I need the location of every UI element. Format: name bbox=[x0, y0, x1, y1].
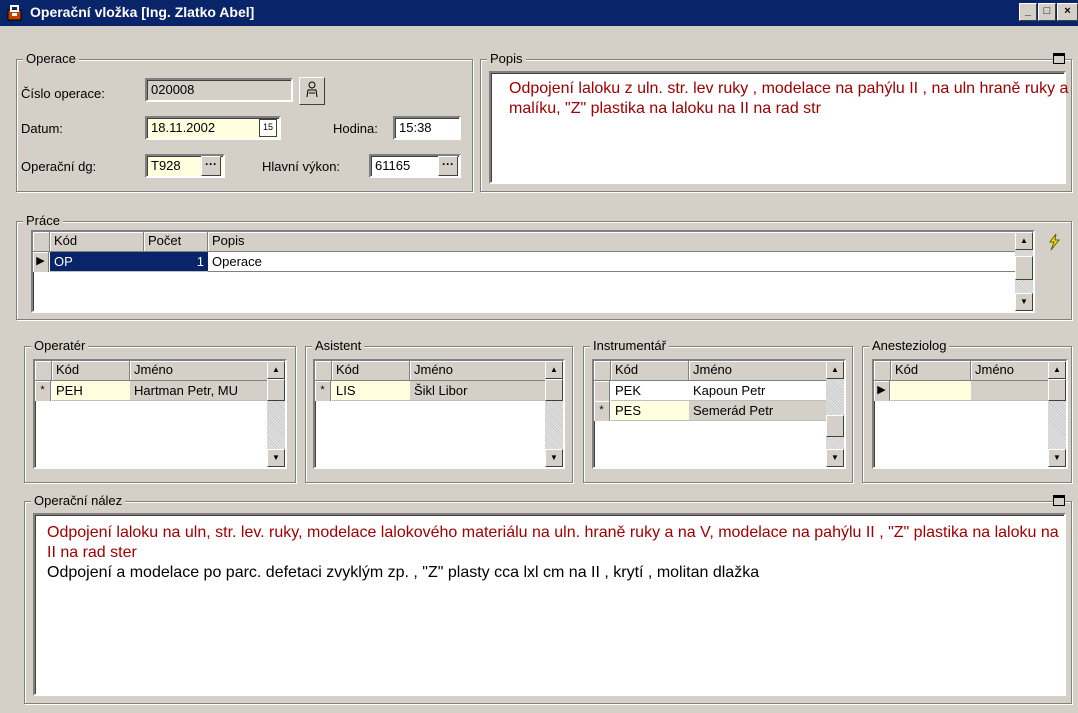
prace-grid[interactable]: Kód Počet Popis ▶ OP 1 Operace ▲ ▼ bbox=[31, 230, 1035, 313]
cislo-operace-label: Číslo operace: bbox=[21, 86, 105, 101]
anesteziolog-grid[interactable]: Kód Jméno ▶ ▲ ▼ bbox=[872, 359, 1068, 469]
anesteziolog-legend: Anesteziolog bbox=[869, 338, 950, 354]
nalez-line-red: Odpojení laloku na uln, str. lev. ruky, … bbox=[47, 524, 1059, 561]
scroll-up-icon[interactable]: ▲ bbox=[1015, 232, 1033, 250]
lightning-icon[interactable] bbox=[1044, 232, 1064, 252]
col-pocet[interactable]: Počet bbox=[144, 232, 208, 252]
scroll-down-icon[interactable]: ▼ bbox=[1015, 293, 1033, 311]
operater-scrollbar[interactable]: ▲ ▼ bbox=[267, 361, 285, 467]
row-indicator-icon: ▶ bbox=[874, 381, 890, 401]
scroll-thumb[interactable] bbox=[267, 379, 285, 401]
table-row-kod[interactable]: LIS bbox=[332, 381, 410, 401]
scroll-up-icon[interactable]: ▲ bbox=[267, 361, 285, 379]
instrumentar-scrollbar[interactable]: ▲ ▼ bbox=[826, 361, 844, 467]
row-marker: * bbox=[315, 381, 331, 401]
maximize-button[interactable]: □ bbox=[1038, 3, 1056, 21]
nalez-legend: Operační nález bbox=[31, 493, 126, 509]
table-row-kod[interactable]: OP bbox=[50, 252, 144, 272]
grid-corner bbox=[315, 361, 332, 381]
col-kod[interactable]: Kód bbox=[611, 361, 689, 381]
operace-legend: Operace bbox=[23, 51, 79, 67]
scroll-thumb[interactable] bbox=[1015, 256, 1033, 280]
popis-memo[interactable]: Odpojení laloku z uln. str. lev ruky , m… bbox=[489, 71, 1069, 184]
row-indicator-icon: ▶ bbox=[33, 252, 49, 272]
table-row-jmeno[interactable]: Šikl Libor bbox=[410, 381, 549, 401]
scroll-down-icon[interactable]: ▼ bbox=[826, 449, 844, 467]
scroll-thumb[interactable] bbox=[1048, 379, 1066, 401]
col-kod[interactable]: Kód bbox=[50, 232, 144, 252]
popis-text: Odpojení laloku z uln. str. lev ruky , m… bbox=[509, 80, 1069, 117]
popis-maximize-icon[interactable] bbox=[1053, 53, 1065, 64]
prace-scrollbar[interactable]: ▲ ▼ bbox=[1015, 232, 1033, 311]
nalez-line-black: Odpojení a modelace po parc. defetaci zv… bbox=[47, 564, 760, 581]
col-jmeno[interactable]: Jméno bbox=[971, 361, 1052, 381]
col-kod[interactable]: Kód bbox=[891, 361, 971, 381]
grid-corner bbox=[33, 232, 50, 252]
instrumentar-legend: Instrumentář bbox=[590, 338, 669, 354]
row-marker: * bbox=[594, 401, 610, 421]
table-row-kod[interactable]: PEH bbox=[52, 381, 130, 401]
operater-grid[interactable]: Kód Jméno * PEH Hartman Petr, MU ▲ ▼ bbox=[33, 359, 287, 469]
scroll-down-icon[interactable]: ▼ bbox=[545, 449, 563, 467]
table-row-popis[interactable]: Operace bbox=[208, 252, 1019, 272]
hodina-field[interactable]: 15:38 bbox=[393, 116, 461, 140]
datum-label: Datum: bbox=[21, 121, 63, 136]
table-row-jmeno[interactable]: Kapoun Petr bbox=[689, 381, 830, 401]
scroll-down-icon[interactable]: ▼ bbox=[267, 449, 285, 467]
asistent-grid[interactable]: Kód Jméno * LIS Šikl Libor ▲ ▼ bbox=[313, 359, 565, 469]
table-row-kod[interactable]: PES bbox=[611, 401, 689, 421]
col-kod[interactable]: Kód bbox=[52, 361, 130, 381]
anesteziolog-scrollbar[interactable]: ▲ ▼ bbox=[1048, 361, 1066, 467]
operacni-dg-label: Operační dg: bbox=[21, 159, 97, 174]
col-kod[interactable]: Kód bbox=[332, 361, 410, 381]
prace-legend: Práce bbox=[23, 213, 63, 229]
scroll-thumb[interactable] bbox=[826, 415, 844, 437]
instrumentar-grid[interactable]: Kód Jméno PEK Kapoun Petr * PES Semerád … bbox=[592, 359, 846, 469]
table-row-jmeno[interactable]: Semerád Petr bbox=[689, 401, 830, 421]
asistent-scrollbar[interactable]: ▲ ▼ bbox=[545, 361, 563, 467]
grid-corner bbox=[35, 361, 52, 381]
calendar-icon[interactable]: 15 bbox=[259, 119, 277, 137]
table-row-jmeno[interactable] bbox=[971, 381, 1052, 401]
col-jmeno[interactable]: Jméno bbox=[130, 361, 271, 381]
scroll-up-icon[interactable]: ▲ bbox=[1048, 361, 1066, 379]
cislo-operace-field[interactable]: 020008 bbox=[145, 78, 293, 102]
popis-legend: Popis bbox=[487, 51, 526, 67]
nalez-memo[interactable]: Odpojení laloku na uln, str. lev. ruky, … bbox=[33, 513, 1066, 696]
scroll-thumb[interactable] bbox=[545, 379, 563, 401]
col-jmeno[interactable]: Jméno bbox=[410, 361, 549, 381]
window-title: Operační vložka [Ing. Zlatko Abel] bbox=[30, 4, 255, 20]
scroll-down-icon[interactable]: ▼ bbox=[1048, 449, 1066, 467]
asistent-legend: Asistent bbox=[312, 338, 365, 354]
grid-corner bbox=[594, 361, 611, 381]
table-row-jmeno[interactable]: Hartman Petr, MU bbox=[130, 381, 271, 401]
table-row-kod[interactable]: PEK bbox=[611, 381, 689, 401]
close-button[interactable]: × bbox=[1057, 3, 1078, 21]
title-bar: Operační vložka [Ing. Zlatko Abel] _ □ × bbox=[0, 0, 1078, 26]
person-icon bbox=[306, 81, 318, 98]
hlavni-vykon-label: Hlavní výkon: bbox=[262, 159, 341, 174]
col-popis[interactable]: Popis bbox=[208, 232, 1019, 252]
nalez-text: Odpojení laloku na uln, str. lev. ruky, … bbox=[47, 523, 1067, 583]
table-row-kod[interactable] bbox=[891, 381, 971, 401]
grid-corner bbox=[874, 361, 891, 381]
col-jmeno[interactable]: Jméno bbox=[689, 361, 830, 381]
scroll-up-icon[interactable]: ▲ bbox=[826, 361, 844, 379]
vykon-ellipsis-button[interactable]: ··· bbox=[438, 156, 458, 176]
nalez-maximize-icon[interactable] bbox=[1053, 495, 1065, 506]
table-row-pocet[interactable]: 1 bbox=[144, 252, 208, 272]
app-icon bbox=[7, 5, 22, 21]
person-lookup-button[interactable] bbox=[299, 77, 325, 105]
minimize-button[interactable]: _ bbox=[1019, 3, 1037, 21]
row-marker bbox=[594, 381, 610, 401]
scroll-up-icon[interactable]: ▲ bbox=[545, 361, 563, 379]
dg-ellipsis-button[interactable]: ··· bbox=[201, 156, 221, 176]
hodina-label: Hodina: bbox=[333, 121, 378, 136]
operater-legend: Operatér bbox=[31, 338, 89, 354]
row-marker: * bbox=[35, 381, 51, 401]
